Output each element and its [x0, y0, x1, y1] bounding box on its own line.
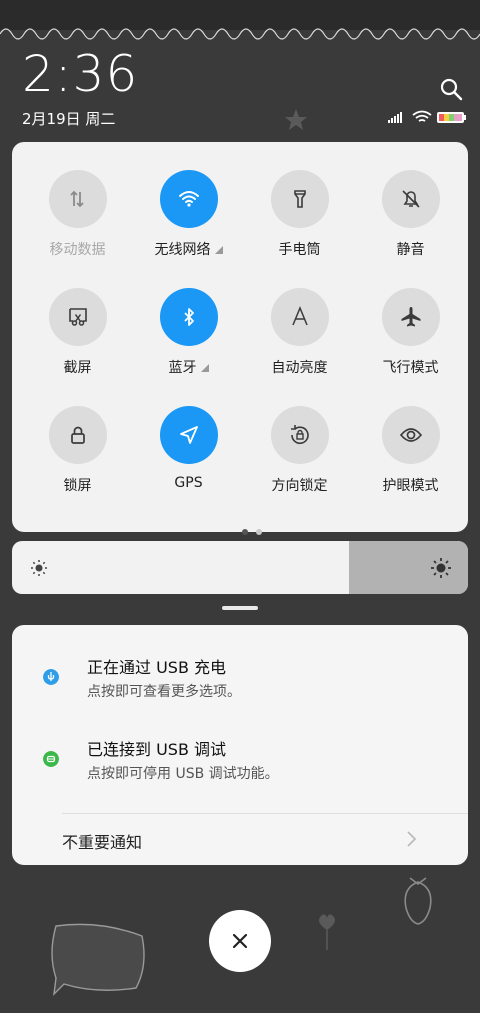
- tile-label: 手电筒: [244, 239, 355, 259]
- clock-date: 2月19日 周二: [22, 110, 116, 128]
- battery-icon: [437, 112, 466, 123]
- unimportant-notifications-link[interactable]: 不重要通知: [62, 829, 142, 853]
- tile-label-text: 锁屏: [63, 478, 92, 494]
- tile-toggle[interactable]: [381, 170, 440, 228]
- usb-charging-icon: [43, 669, 59, 685]
- tile-label: 方向锁定: [244, 475, 355, 495]
- notification-subtitle: 点按即可查看更多选项。: [87, 684, 241, 700]
- tile-label-text: 无线网络: [154, 242, 211, 258]
- search-icon[interactable]: [439, 77, 463, 101]
- notification-subtitle: 点按即可停用 USB 调试功能。: [87, 766, 279, 782]
- expand-triangle-icon[interactable]: [214, 246, 223, 254]
- android-debug-icon: [43, 751, 59, 767]
- mobile-data-icon: [69, 190, 84, 208]
- tile-label-text: 截屏: [63, 360, 92, 376]
- tile-label: 静音: [355, 239, 466, 259]
- mute-bell-icon: [401, 190, 420, 208]
- doodle-heart-icon: [319, 914, 335, 950]
- signal-icon: [388, 112, 402, 123]
- location-icon: [179, 426, 198, 444]
- tile-toggle[interactable]: [270, 170, 329, 228]
- brightness-low-icon: [31, 560, 47, 576]
- tile-bluetooth[interactable]: 蓝牙: [133, 288, 244, 377]
- tile-mobile-data[interactable]: 移动数据: [22, 170, 133, 259]
- tile-mute-bell[interactable]: 静音: [355, 170, 466, 259]
- tile-airplane[interactable]: 飞行模式: [355, 288, 466, 377]
- tile-label-text: GPS: [174, 475, 203, 491]
- tile-label: 移动数据: [22, 239, 133, 259]
- tile-label-text: 方向锁定: [271, 478, 328, 494]
- drag-handle[interactable]: [222, 606, 258, 610]
- doodle-speech-bubble: [51, 923, 145, 996]
- divider: [62, 813, 468, 814]
- tile-flashlight[interactable]: 手电筒: [244, 170, 355, 259]
- doodle-star-icon: [285, 109, 307, 130]
- tile-label: 飞行模式: [355, 357, 466, 377]
- auto-brightness-icon: [291, 306, 308, 326]
- clock-time: 2:36: [22, 45, 139, 103]
- doodle-scallop-border: [0, 28, 480, 40]
- expand-triangle-icon[interactable]: [200, 364, 209, 372]
- tile-lock[interactable]: 锁屏: [22, 406, 133, 495]
- tile-label: 自动亮度: [244, 357, 355, 377]
- tile-label-text: 自动亮度: [271, 360, 328, 376]
- tile-wifi[interactable]: 无线网络: [133, 170, 244, 259]
- tile-toggle[interactable]: [270, 288, 329, 346]
- doodle-strawberry-icon: [404, 877, 432, 925]
- brightness-high-icon: [431, 558, 451, 578]
- tile-toggle[interactable]: [381, 406, 440, 464]
- status-icons: [388, 110, 466, 123]
- bluetooth-icon: [183, 308, 194, 326]
- wifi-icon: [178, 191, 199, 207]
- tile-label-text: 护眼模式: [382, 478, 439, 494]
- page-indicator: [238, 520, 266, 539]
- tile-toggle[interactable]: [381, 288, 440, 346]
- tile-toggle[interactable]: [159, 170, 218, 228]
- close-icon: [232, 933, 248, 949]
- chevron-right-icon[interactable]: [406, 829, 418, 849]
- tile-toggle[interactable]: [159, 288, 218, 346]
- tile-toggle[interactable]: [159, 406, 218, 464]
- tile-toggle[interactable]: [270, 406, 329, 464]
- tile-eye[interactable]: 护眼模式: [355, 406, 466, 495]
- tile-label: 锁屏: [22, 475, 133, 495]
- airplane-icon: [401, 307, 420, 327]
- notification-title: 正在通过 USB 充电: [87, 658, 227, 677]
- tile-label: 护眼模式: [355, 475, 466, 495]
- tile-auto-brightness[interactable]: 自动亮度: [244, 288, 355, 377]
- tile-label-text: 飞行模式: [382, 360, 439, 376]
- tile-label: 截屏: [22, 357, 133, 377]
- notification-title: 已连接到 USB 调试: [87, 740, 227, 759]
- page-dot-1[interactable]: [242, 529, 248, 535]
- tile-toggle[interactable]: [48, 170, 107, 228]
- flashlight-icon: [293, 190, 306, 208]
- wifi-status-icon: [412, 110, 432, 122]
- clear-all-button[interactable]: [209, 910, 271, 972]
- quick-settings-panel: 移动数据 无线网络 手电筒 静音截屏 蓝牙 自动亮度 飞行模式锁屏 GPS 方向锁定 护眼模式: [12, 142, 468, 535]
- rotation-lock-icon: [290, 425, 309, 445]
- tile-rotation-lock[interactable]: 方向锁定: [244, 406, 355, 495]
- tile-label: 蓝牙: [133, 357, 244, 377]
- tile-label-text: 蓝牙: [168, 360, 197, 376]
- notification-panel: 正在通过 USB 充电 点按即可查看更多选项。 已连接到 USB 调试 点按即可…: [12, 625, 468, 865]
- tile-label-text: 静音: [396, 242, 425, 258]
- tile-toggle[interactable]: [48, 288, 107, 346]
- tile-toggle[interactable]: [48, 406, 107, 464]
- page-dot-2[interactable]: [256, 529, 262, 535]
- eye-icon: [399, 428, 422, 442]
- lock-icon: [70, 426, 85, 444]
- brightness-slider[interactable]: [12, 541, 468, 594]
- tile-label: GPS: [133, 475, 244, 491]
- tile-screenshot[interactable]: 截屏: [22, 288, 133, 377]
- tile-label-text: 移动数据: [49, 242, 106, 258]
- tile-label-text: 手电筒: [278, 242, 321, 258]
- tile-label: 无线网络: [133, 239, 244, 259]
- screenshot-icon: [68, 308, 87, 326]
- tile-location[interactable]: GPS: [133, 406, 244, 491]
